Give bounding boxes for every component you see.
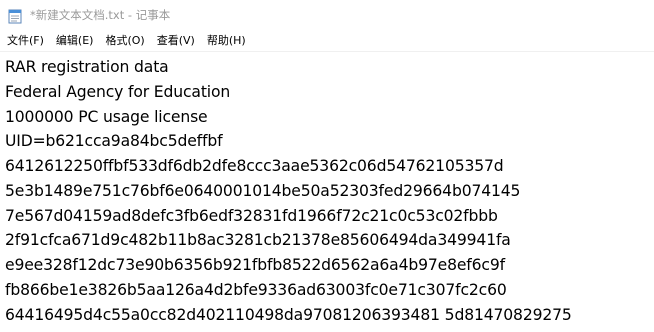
editor-line: Federal Agency for Education [5,82,231,101]
editor-line: RAR registration data [5,58,169,76]
menu-help[interactable]: 帮助(H) [201,31,252,51]
menu-edit[interactable]: 编辑(E) [50,31,100,51]
editor-line: 64416495d4c55a0cc82d402110498da970812063… [5,305,572,324]
menu-file[interactable]: 文件(F) [0,31,50,51]
editor-line: e9ee328f12dc73e90b6356b921fbfb8522d6562a… [5,256,505,274]
window-title: *新建文本文档.txt - 记事本 [30,8,171,22]
menu-bar: 文件(F) 编辑(E) 格式(O) 查看(V) 帮助(H) [0,31,654,51]
title-bar[interactable]: *新建文本文档.txt - 记事本 [0,0,654,31]
editor-line: fb866be1e3826b5aa126a4d2bfe9336ad63003fc… [5,280,507,299]
editor-line: 2f91cfca671d9c482b11b8ac3281cb21378e8560… [5,231,511,250]
text-editor[interactable]: RAR registration data Federal Agency for… [0,51,654,332]
editor-line: 1000000 PC usage license [5,107,208,126]
editor-line: 6412612250ffbf533df6db2dfe8ccc3aae5362c0… [5,157,504,175]
editor-line: 7e567d04159ad8defc3fb6edf32831fd1966f72c… [5,206,498,225]
notepad-icon [8,9,22,24]
menu-format[interactable]: 格式(O) [99,31,150,51]
editor-content[interactable]: RAR registration data Federal Agency for… [5,55,572,327]
menu-view[interactable]: 查看(V) [151,31,201,51]
editor-line: 5e3b1489e751c76bf6e0640001014be50a52303f… [5,181,521,200]
notepad-window: *新建文本文档.txt - 记事本 文件(F) 编辑(E) 格式(O) 查看(V… [0,0,654,332]
editor-line: UID=b621cca9a84bc5deffbf [5,132,223,151]
